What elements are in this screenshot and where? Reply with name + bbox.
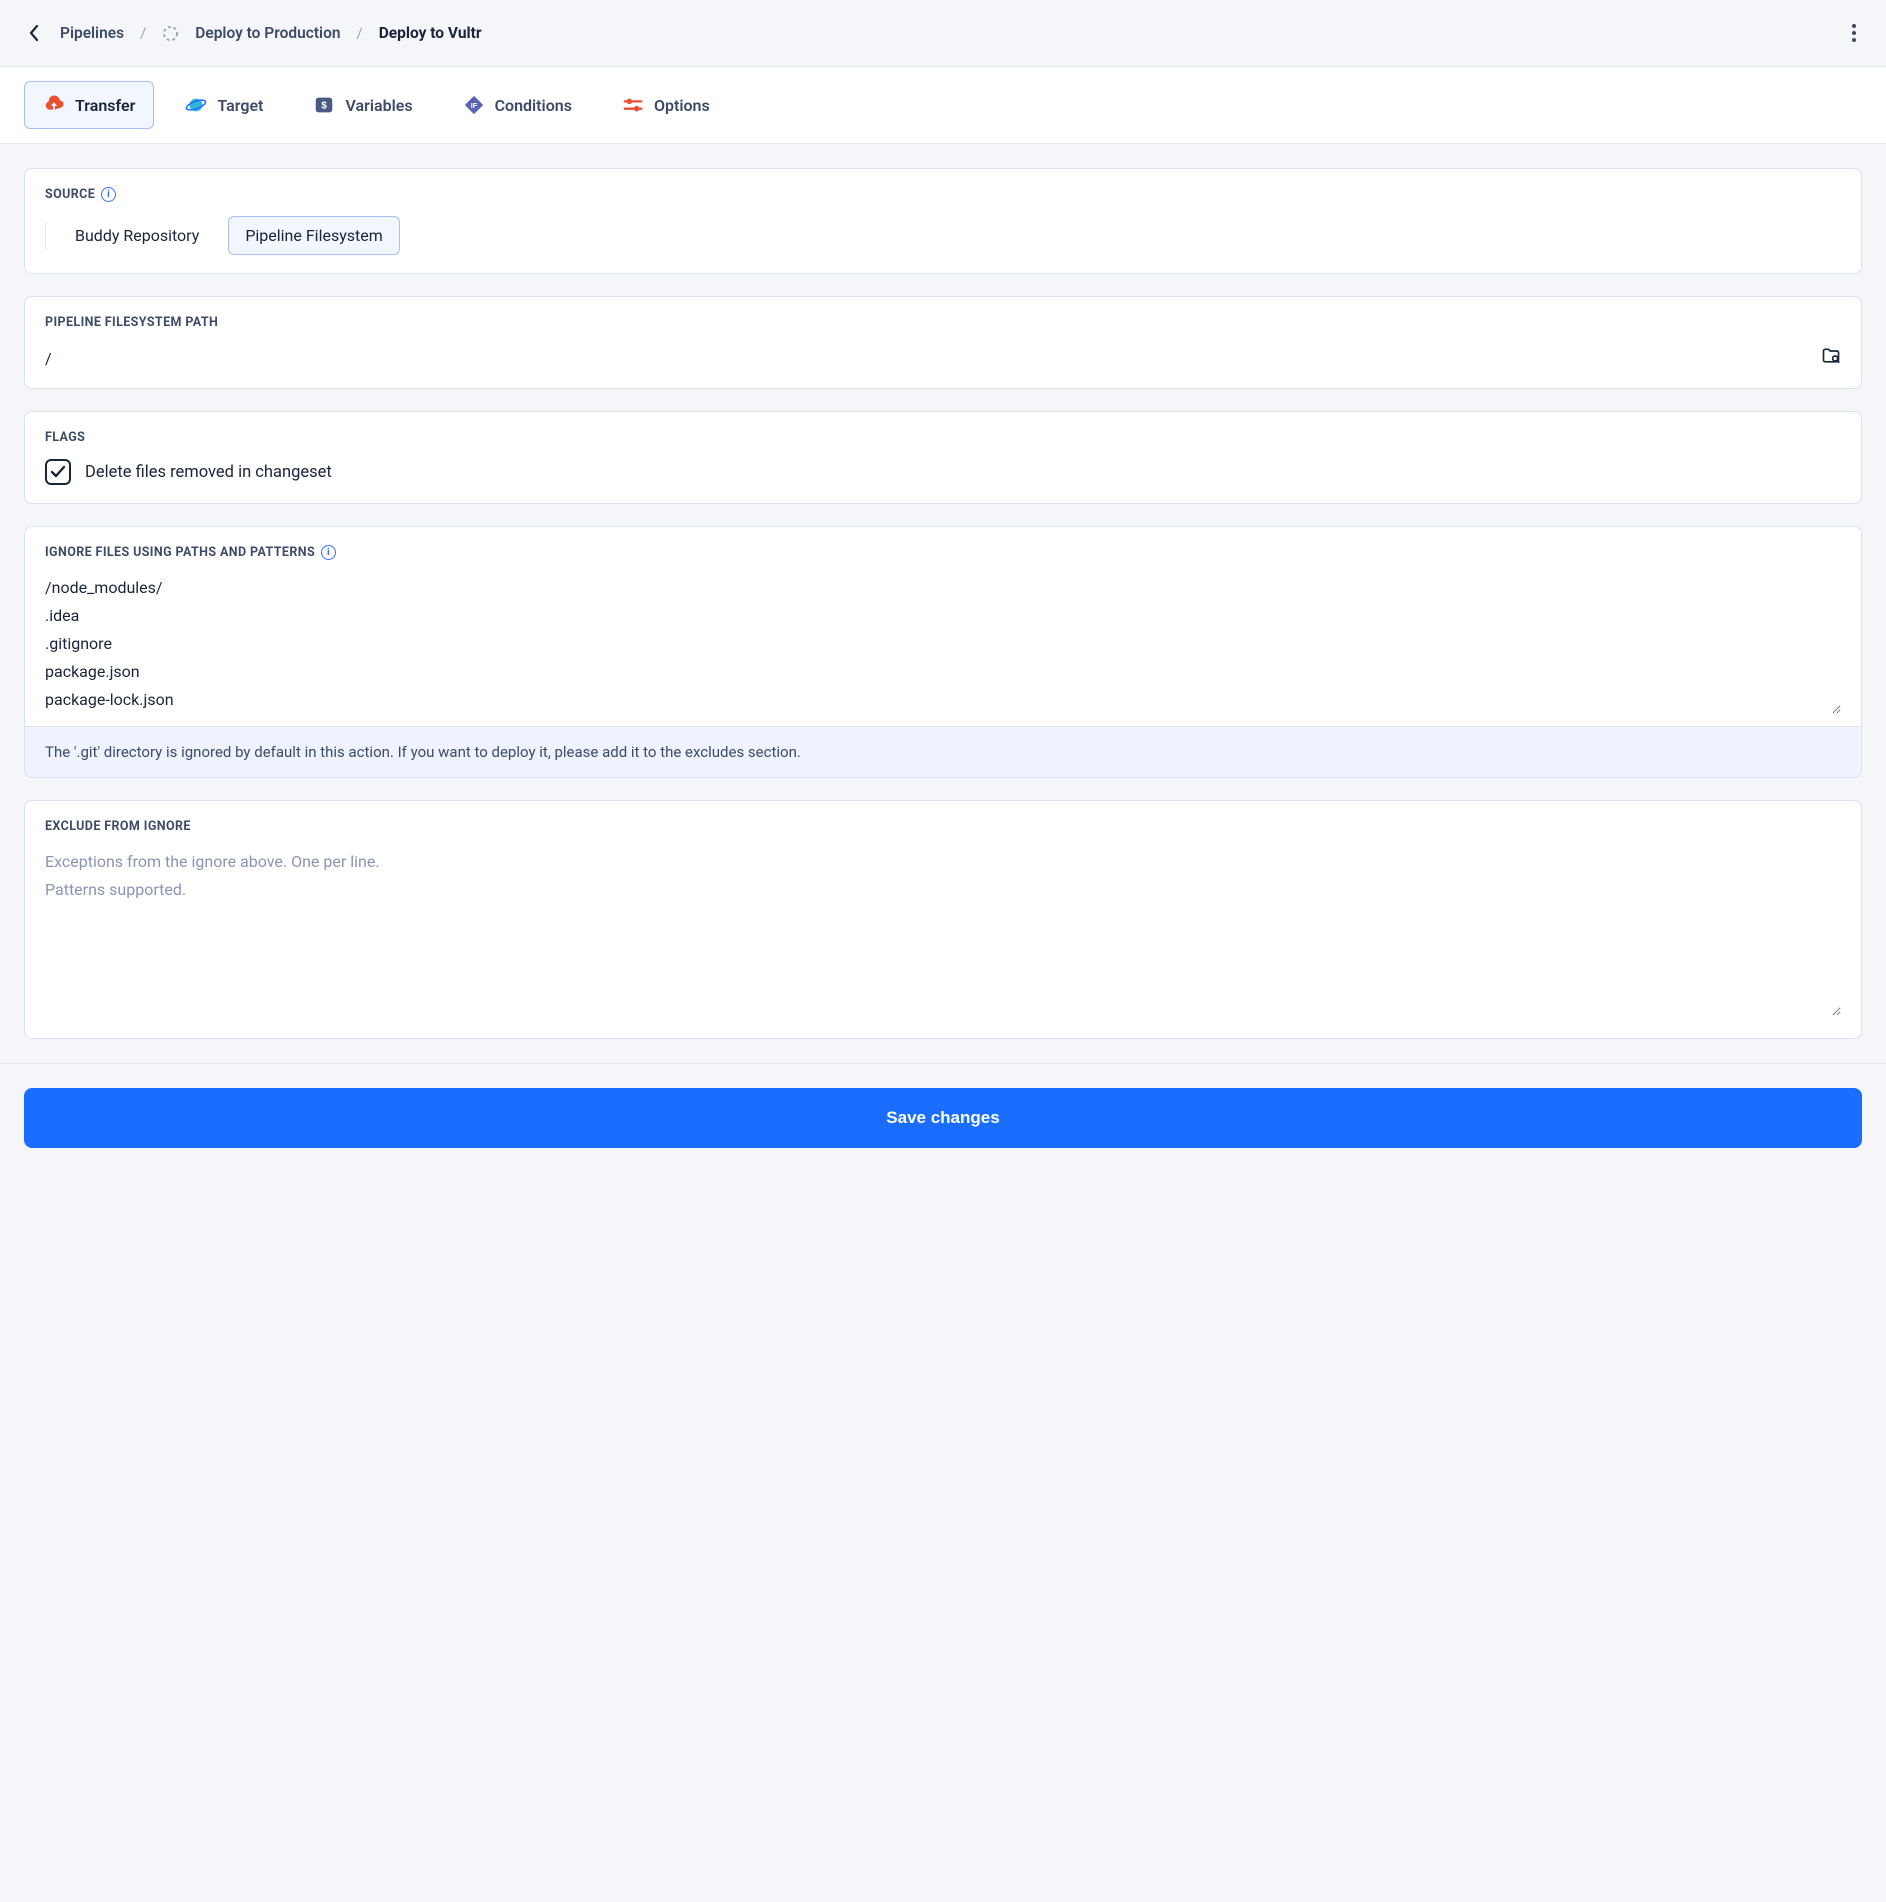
back-button[interactable] [24, 23, 44, 43]
source-label: SOURCE i [45, 187, 1841, 202]
ignore-textarea[interactable] [45, 574, 1841, 714]
source-option-buddy-repository[interactable]: Buddy Repository [58, 216, 216, 255]
source-panel: SOURCE i Buddy Repository Pipeline Files… [24, 168, 1862, 274]
tab-label: Transfer [75, 96, 135, 115]
more-menu-button[interactable] [1846, 18, 1862, 48]
flags-label: FLAGS [45, 430, 1841, 445]
svg-text:IF: IF [470, 101, 477, 110]
source-segmented: Buddy Repository Pipeline Filesystem [45, 216, 1841, 255]
sliders-icon [622, 94, 644, 116]
exclude-textarea[interactable] [45, 848, 1841, 1016]
tab-transfer[interactable]: Transfer [24, 81, 154, 129]
breadcrumb-parent[interactable]: Deploy to Production [195, 24, 340, 42]
delete-removed-checkbox[interactable] [45, 459, 71, 485]
tab-target[interactable]: Target [166, 81, 282, 129]
breadcrumb: Pipelines / Deploy to Production / Deplo… [24, 23, 482, 43]
form-content: SOURCE i Buddy Repository Pipeline Files… [0, 144, 1886, 1063]
tabs-bar: Transfer Target $ Variables IF Condition… [0, 66, 1886, 144]
save-button[interactable]: Save changes [24, 1088, 1862, 1148]
delete-removed-label: Delete files removed in changeset [85, 463, 332, 482]
tab-label: Conditions [495, 96, 572, 115]
ignore-panel: IGNORE FILES USING PATHS AND PATTERNS i … [24, 526, 1862, 778]
tab-options[interactable]: Options [603, 81, 729, 129]
breadcrumb-root[interactable]: Pipelines [60, 24, 124, 42]
flags-panel: FLAGS Delete files removed in changeset [24, 411, 1862, 504]
pipeline-loading-icon [162, 25, 179, 42]
breadcrumb-separator: / [140, 24, 146, 42]
exclude-panel: EXCLUDE FROM IGNORE [24, 800, 1862, 1039]
breadcrumb-current: Deploy to Vultr [379, 24, 482, 42]
conditions-icon: IF [463, 94, 485, 116]
source-option-pipeline-filesystem[interactable]: Pipeline Filesystem [228, 216, 399, 255]
tab-label: Options [654, 96, 710, 115]
planet-icon [185, 94, 207, 116]
tab-variables[interactable]: $ Variables [294, 81, 431, 129]
ignore-label: IGNORE FILES USING PATHS AND PATTERNS i [45, 545, 1841, 560]
path-panel: PIPELINE FILESYSTEM PATH / [24, 296, 1862, 389]
browse-folder-icon[interactable] [1821, 346, 1841, 370]
info-icon[interactable]: i [101, 187, 116, 202]
segmented-divider [45, 222, 46, 250]
path-value[interactable]: / [45, 349, 52, 368]
exclude-label: EXCLUDE FROM IGNORE [45, 819, 1841, 834]
variables-icon: $ [313, 94, 335, 116]
tab-conditions[interactable]: IF Conditions [444, 81, 591, 129]
svg-text:$: $ [322, 101, 328, 112]
tab-label: Target [217, 96, 263, 115]
ignore-help-banner: The '.git' directory is ignored by defau… [25, 726, 1861, 777]
page-header: Pipelines / Deploy to Production / Deplo… [0, 0, 1886, 66]
footer-bar: Save changes [0, 1063, 1886, 1172]
path-label: PIPELINE FILESYSTEM PATH [45, 315, 1841, 330]
cloud-upload-icon [43, 94, 65, 116]
info-icon[interactable]: i [321, 545, 336, 560]
tab-label: Variables [345, 96, 412, 115]
breadcrumb-separator: / [357, 24, 363, 42]
